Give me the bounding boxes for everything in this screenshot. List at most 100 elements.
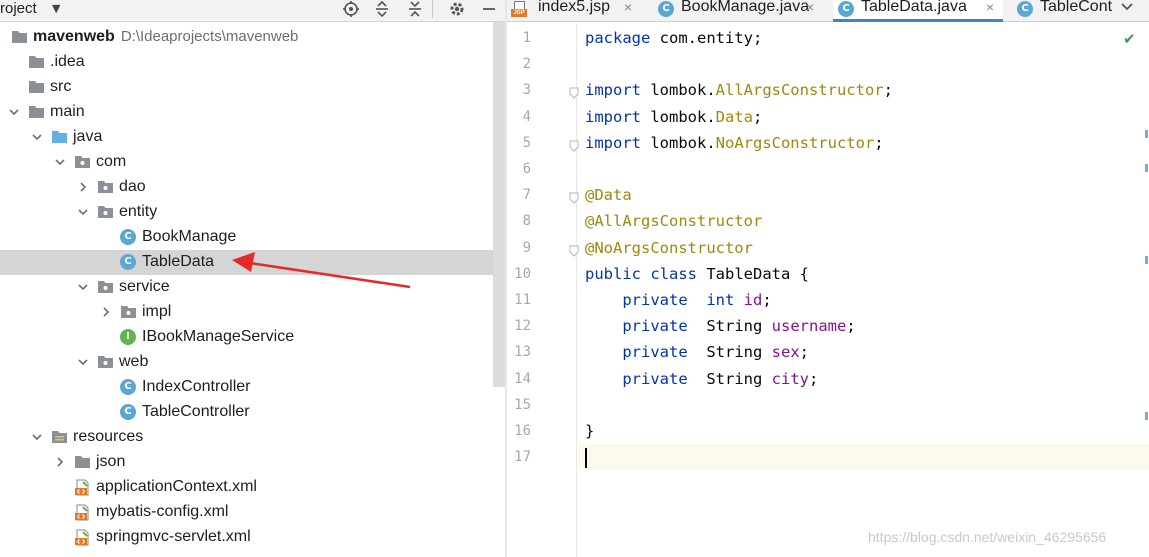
- code-line[interactable]: private String sex;: [578, 339, 1149, 365]
- code-token: com.entity;: [650, 29, 763, 47]
- locate-icon[interactable]: [340, 0, 362, 18]
- expand-all-icon[interactable]: [371, 0, 393, 18]
- code-text: public class TableData {: [585, 261, 809, 287]
- tree-item-main[interactable]: main: [0, 100, 493, 125]
- tree-item-applicationcontext-xml[interactable]: applicationContext.xml: [0, 475, 493, 500]
- collapse-all-icon[interactable]: [404, 0, 426, 18]
- code-line[interactable]: import lombok.AllArgsConstructor;: [578, 77, 1149, 103]
- tab-tabledata-java[interactable]: C TableData.java ×: [833, 0, 1003, 22]
- tree-item-mybatis-config-xml[interactable]: mybatis-config.xml: [0, 500, 493, 525]
- scroll-mark: [1145, 412, 1148, 420]
- tree-item-ibookmanageservice[interactable]: I IBookManageService: [0, 325, 493, 350]
- tree-item-springmvc-servlet-xml[interactable]: springmvc-servlet.xml: [0, 525, 493, 550]
- tab-label: TableCont: [1040, 0, 1113, 15]
- tree-item-label: web: [119, 353, 149, 370]
- code-token: ;: [874, 133, 884, 152]
- chevron-down-icon[interactable]: [31, 131, 43, 143]
- code-text: import lombok.Data;: [585, 104, 762, 130]
- tree-item-dao[interactable]: dao: [0, 175, 493, 200]
- tab-label: TableData.java: [861, 0, 967, 15]
- tree-item-com[interactable]: com: [0, 150, 493, 175]
- close-icon[interactable]: ×: [624, 0, 632, 15]
- code-line[interactable]: package com.entity;: [578, 25, 1149, 51]
- tree-item-tabledata[interactable]: C TableData: [0, 250, 493, 275]
- tree-item-src[interactable]: src: [0, 75, 493, 100]
- code-line[interactable]: @Data: [578, 182, 1149, 208]
- chevron-right-icon[interactable]: [54, 456, 66, 468]
- chevron-right-icon[interactable]: [100, 306, 112, 318]
- code-line[interactable]: @AllArgsConstructor: [578, 208, 1149, 234]
- tree-item-json[interactable]: json: [0, 450, 493, 475]
- code-token: package: [585, 29, 651, 47]
- line-number-gutter: 1 2 3 4 5 6 7 8 9 10 11 12 13 14 15 16 17: [507, 24, 579, 557]
- class-icon: C: [120, 404, 137, 421]
- tree-item-label: mybatis-config.xml: [96, 503, 229, 520]
- code-line[interactable]: [578, 392, 1149, 418]
- code-token: private: [622, 343, 688, 362]
- tree-item-tablecontroller[interactable]: C TableController: [0, 400, 493, 425]
- jsp-file-icon: JSP: [511, 1, 527, 17]
- tree-item-label: BookManage: [142, 228, 237, 245]
- code-line[interactable]: public class TableData {: [578, 261, 1149, 287]
- line-number: 17: [514, 449, 531, 466]
- code-line[interactable]: @NoArgsConstructor: [578, 235, 1149, 261]
- code-token: ;: [799, 343, 809, 362]
- tree-item-web[interactable]: web: [0, 350, 493, 375]
- code-line[interactable]: }: [578, 418, 1149, 444]
- tab-label: BookManage.java: [681, 0, 810, 15]
- tree-item-impl[interactable]: impl: [0, 300, 493, 325]
- code-text: import lombok.AllArgsConstructor;: [585, 77, 893, 103]
- tree-item-label: TableData: [142, 253, 215, 270]
- chevron-right-icon[interactable]: [77, 181, 89, 193]
- line-number: 14: [514, 370, 531, 387]
- tree-item--idea[interactable]: .idea: [0, 50, 493, 75]
- code-text: private String city;: [585, 366, 818, 392]
- tree-item-service[interactable]: service: [0, 275, 493, 300]
- scroll-marks: [1145, 130, 1149, 420]
- project-title[interactable]: roject: [0, 0, 37, 22]
- tree-item-mavenweb[interactable]: mavenweb D:\Ideaprojects\mavenweb: [0, 25, 493, 50]
- code-token: int: [706, 291, 735, 309]
- chevron-down-icon[interactable]: [1119, 0, 1141, 19]
- close-icon[interactable]: ×: [806, 0, 814, 15]
- tree-item-label: TableController: [142, 403, 250, 420]
- close-icon[interactable]: ×: [986, 0, 994, 15]
- gear-icon[interactable]: [446, 0, 468, 18]
- tree-item-label: src: [50, 78, 72, 95]
- code-token: username: [771, 317, 847, 336]
- tab-bookmanage-java[interactable]: C BookManage.java ×: [653, 0, 823, 22]
- chevron-down-icon[interactable]: [54, 156, 66, 168]
- tree-item-indexcontroller[interactable]: C IndexController: [0, 375, 493, 400]
- code-line[interactable]: private String city;: [578, 366, 1149, 392]
- chevron-down-icon[interactable]: [31, 431, 43, 443]
- tree-item-bookmanage[interactable]: C BookManage: [0, 225, 493, 250]
- vertical-scrollbar[interactable]: [493, 22, 505, 387]
- code-line[interactable]: import lombok.Data;: [578, 104, 1149, 130]
- tab-index5-jsp[interactable]: JSP index5.jsp ×: [511, 0, 641, 22]
- chevron-down-icon[interactable]: [77, 356, 89, 368]
- chevron-down-icon[interactable]: [77, 206, 89, 218]
- tree-item-resources[interactable]: resources: [0, 425, 493, 450]
- code-line[interactable]: private String username;: [578, 313, 1149, 339]
- code-area[interactable]: package com.entity; import lombok.AllArgs…: [578, 24, 1149, 557]
- code-token: lombok.: [641, 133, 716, 152]
- code-line[interactable]: [578, 156, 1149, 182]
- package-icon: [97, 354, 114, 371]
- module-folder-icon: [11, 29, 28, 46]
- code-line[interactable]: import lombok.NoArgsConstructor;: [578, 130, 1149, 156]
- tree-item-java[interactable]: java: [0, 125, 493, 150]
- tree-item-label: dao: [119, 178, 146, 195]
- minimize-icon[interactable]: [478, 0, 500, 18]
- chevron-down-icon[interactable]: [77, 281, 89, 293]
- code-line[interactable]: [578, 51, 1149, 77]
- chevron-down-icon[interactable]: [8, 106, 20, 118]
- code-text: @NoArgsConstructor: [585, 235, 753, 261]
- tree-item-entity[interactable]: entity: [0, 200, 493, 225]
- code-line[interactable]: [578, 444, 1149, 471]
- chevron-down-icon[interactable]: ▼: [52, 2, 60, 15]
- code-line[interactable]: private int id;: [578, 287, 1149, 313]
- tree-item-label: java: [73, 128, 103, 145]
